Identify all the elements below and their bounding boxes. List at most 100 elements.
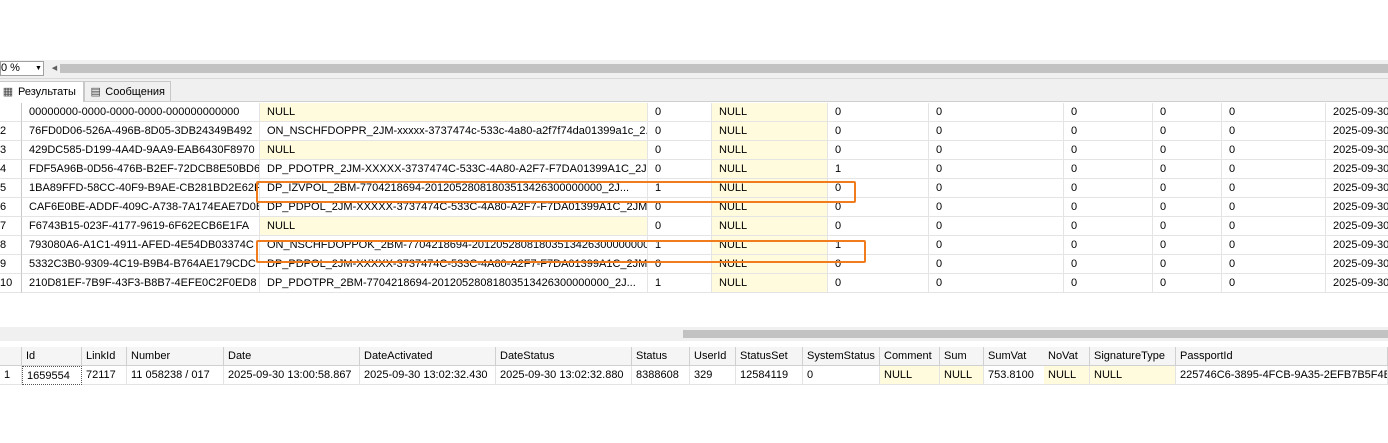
grid-cell[interactable]: NULL — [1044, 366, 1090, 385]
grid-cell-c3[interactable]: 0 — [828, 122, 929, 141]
grid-cell-c6[interactable]: 0 — [1153, 274, 1222, 293]
column-header[interactable] — [0, 347, 22, 366]
grid1-scroll-thumb[interactable] — [683, 330, 1388, 338]
grid-cell-c2[interactable]: NULL — [712, 217, 828, 236]
grid-cell-id[interactable]: 00000000-0000-0000-0000-000000000000 — [22, 103, 260, 122]
column-header[interactable]: PassportId — [1176, 347, 1388, 366]
grid-cell-c6[interactable]: 0 — [1153, 103, 1222, 122]
grid-cell[interactable]: 329 — [690, 366, 736, 385]
grid-cell-c1[interactable]: 1 — [648, 274, 712, 293]
grid-cell-num[interactable] — [0, 103, 22, 122]
grid-cell-num[interactable]: 8 — [0, 236, 22, 255]
grid-cell-c2[interactable]: NULL — [712, 103, 828, 122]
column-header[interactable]: NoVat — [1044, 347, 1090, 366]
grid-cell[interactable]: 1659554 — [22, 366, 82, 385]
grid-cell-c1[interactable]: 0 — [648, 160, 712, 179]
grid-cell-date[interactable]: 2025-09-30 — [1326, 122, 1388, 141]
column-header[interactable]: SumVat — [984, 347, 1046, 366]
grid-cell-c3[interactable]: 1 — [828, 160, 929, 179]
grid-cell-num[interactable]: 4 — [0, 160, 22, 179]
grid-cell-c5[interactable]: 0 — [1064, 179, 1153, 198]
grid-cell-c6[interactable]: 0 — [1153, 160, 1222, 179]
tab-results[interactable]: ▦ Результаты — [0, 81, 84, 102]
grid-cell-c4[interactable]: 0 — [929, 122, 1064, 141]
grid-cell-c5[interactable]: 0 — [1064, 255, 1153, 274]
grid-cell-c5[interactable]: 0 — [1064, 198, 1153, 217]
grid-cell-id[interactable]: FDF5A96B-0D56-476B-B2EF-72DCB8E50BD6 — [22, 160, 260, 179]
grid-cell-c5[interactable]: 0 — [1064, 160, 1153, 179]
grid-cell-c5[interactable]: 0 — [1064, 103, 1153, 122]
column-header[interactable]: Status — [632, 347, 690, 366]
grid-cell-c5[interactable]: 0 — [1064, 141, 1153, 160]
grid-cell-file[interactable]: DP_PDOTPR_2BM-7704218694-201205280818035… — [260, 274, 648, 293]
grid-cell[interactable]: 2025-09-30 13:00:58.867 — [224, 366, 360, 385]
grid-cell-c3[interactable]: 0 — [828, 274, 929, 293]
grid-cell-c4[interactable]: 0 — [929, 179, 1064, 198]
table-row[interactable]: 2 76FD0D06-526A-496B-8D05-3DB24349B492 ON_… — [0, 122, 1388, 141]
grid-cell-date[interactable]: 2025-09-30 — [1326, 198, 1388, 217]
grid-cell-id[interactable]: 429DC585-D199-4A4D-9AA9-EAB6430F8970 — [22, 141, 260, 160]
column-header[interactable]: Number — [127, 347, 224, 366]
grid-cell[interactable]: 225746C6-3895-4FCB-9A35-2EFB7B5F4B4 — [1176, 366, 1388, 385]
grid-cell-num[interactable]: 10 — [0, 274, 22, 293]
grid-cell-c7[interactable]: 0 — [1222, 236, 1326, 255]
table-row[interactable]: 7 F6743B15-023F-4177-9619-6F62ECB6E1FA NUL… — [0, 217, 1388, 236]
grid-cell[interactable]: NULL — [940, 366, 984, 385]
grid-cell-date[interactable]: 2025-09-30 — [1326, 103, 1388, 122]
grid-cell-c4[interactable]: 0 — [929, 141, 1064, 160]
grid-cell-c1[interactable]: 0 — [648, 122, 712, 141]
grid-cell-c7[interactable]: 0 — [1222, 198, 1326, 217]
column-header[interactable]: Date — [224, 347, 360, 366]
grid-cell-c1[interactable]: 0 — [648, 217, 712, 236]
tab-messages[interactable]: ▤ Сообщения — [84, 81, 171, 101]
grid-cell[interactable]: 2025-09-30 13:02:32.430 — [360, 366, 496, 385]
grid-cell-c6[interactable]: 0 — [1153, 217, 1222, 236]
row-number[interactable]: 1 — [0, 366, 22, 385]
grid-cell-c7[interactable]: 0 — [1222, 255, 1326, 274]
grid-cell-c4[interactable]: 0 — [929, 103, 1064, 122]
grid-cell-c7[interactable]: 0 — [1222, 141, 1326, 160]
dropdown-arrow-icon[interactable]: ▼ — [34, 62, 43, 75]
column-header[interactable]: Sum — [940, 347, 984, 366]
grid-cell-c3[interactable]: 0 — [828, 103, 929, 122]
grid-cell-c7[interactable]: 0 — [1222, 160, 1326, 179]
grid-cell-id[interactable]: CAF6E0BE-ADDF-409C-A738-7A174EAE7D0B — [22, 198, 260, 217]
grid-cell[interactable]: 2025-09-30 13:02:32.880 — [496, 366, 632, 385]
column-header[interactable]: StatusSet — [736, 347, 803, 366]
grid-cell-c7[interactable]: 0 — [1222, 122, 1326, 141]
grid-cell-file[interactable]: NULL — [260, 141, 648, 160]
grid-cell-c1[interactable]: 0 — [648, 103, 712, 122]
grid-cell-id[interactable]: F6743B15-023F-4177-9619-6F62ECB6E1FA — [22, 217, 260, 236]
grid-cell-c6[interactable]: 0 — [1153, 141, 1222, 160]
grid-cell[interactable]: 8388608 — [632, 366, 690, 385]
grid-cell-id[interactable]: 210D81EF-7B9F-43F3-B8B7-4EFE0C2F0ED8 — [22, 274, 260, 293]
grid-cell-id[interactable]: 793080A6-A1C1-4911-AFED-4E54DB03374C — [22, 236, 260, 255]
grid-cell-c5[interactable]: 0 — [1064, 122, 1153, 141]
column-header[interactable]: Comment — [880, 347, 940, 366]
table-row[interactable]: 10 210D81EF-7B9F-43F3-B8B7-4EFE0C2F0ED8 DP… — [0, 274, 1388, 293]
table-row[interactable]: 3 429DC585-D199-4A4D-9AA9-EAB6430F8970 NUL… — [0, 141, 1388, 160]
column-header[interactable]: DateActivated — [360, 347, 496, 366]
grid-cell-c2[interactable]: NULL — [712, 160, 828, 179]
grid-cell[interactable]: 72117 — [82, 366, 127, 385]
grid-cell-c6[interactable]: 0 — [1153, 255, 1222, 274]
column-header[interactable]: SystemStatus — [803, 347, 880, 366]
column-header[interactable]: SignatureType — [1090, 347, 1176, 366]
grid-cell-c6[interactable]: 0 — [1153, 179, 1222, 198]
grid-cell-c7[interactable]: 0 — [1222, 217, 1326, 236]
grid-cell-id[interactable]: 76FD0D06-526A-496B-8D05-3DB24349B492 — [22, 122, 260, 141]
column-header[interactable]: UserId — [690, 347, 736, 366]
editor-horizontal-scrollbar[interactable] — [60, 64, 1388, 73]
grid-cell-c6[interactable]: 0 — [1153, 236, 1222, 255]
grid-cell-c2[interactable]: NULL — [712, 141, 828, 160]
grid-cell[interactable]: NULL — [880, 366, 940, 385]
grid-cell-date[interactable]: 2025-09-30 — [1326, 160, 1388, 179]
grid-cell[interactable]: 0 — [803, 366, 880, 385]
column-header[interactable]: LinkId — [82, 347, 127, 366]
grid-cell-file[interactable]: DP_PDOTPR_2JM-XXXXX-3737474C-533C-4A80-A… — [260, 160, 648, 179]
grid-cell-c5[interactable]: 0 — [1064, 217, 1153, 236]
grid-cell-c4[interactable]: 0 — [929, 160, 1064, 179]
grid-cell-c4[interactable]: 0 — [929, 274, 1064, 293]
grid-cell-c2[interactable]: NULL — [712, 122, 828, 141]
grid-cell-c5[interactable]: 0 — [1064, 274, 1153, 293]
